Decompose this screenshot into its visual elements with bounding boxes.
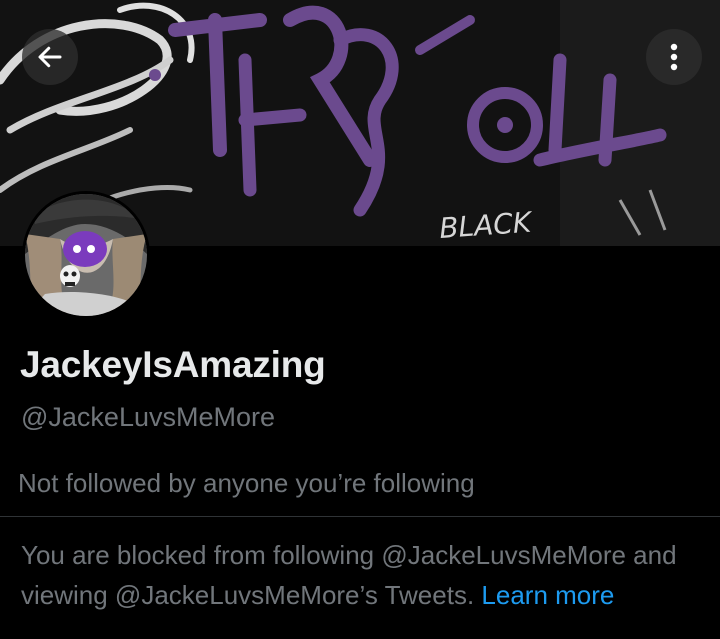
- more-options-button[interactable]: [646, 29, 702, 85]
- back-button[interactable]: [22, 29, 78, 85]
- profile-display-name: JackeyIsAmazing: [20, 344, 326, 385]
- learn-more-link[interactable]: Learn more: [481, 580, 614, 610]
- profile-avatar[interactable]: [22, 191, 150, 319]
- more-vertical-icon: [670, 43, 678, 71]
- blocked-notice: You are blocked from following @JackeLuv…: [21, 535, 711, 615]
- arrow-left-icon: [38, 46, 62, 68]
- followers-you-know-text: Not followed by anyone you’re following: [18, 468, 475, 498]
- banner-tag-text: BLACK: [438, 205, 535, 245]
- profile-handle: @JackeLuvsMeMore: [21, 402, 275, 432]
- section-divider: [0, 516, 720, 517]
- avatar-image: [25, 194, 147, 316]
